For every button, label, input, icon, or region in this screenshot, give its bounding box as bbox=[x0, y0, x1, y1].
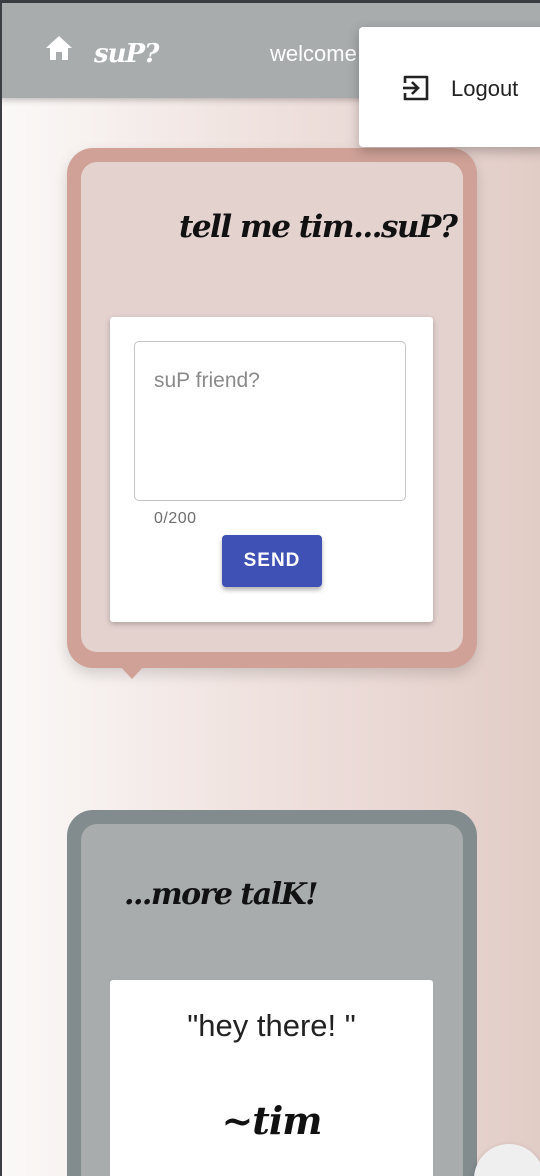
quote-panel: "hey there! " ~tim bbox=[110, 980, 433, 1176]
message-textarea[interactable]: suP friend? bbox=[134, 341, 406, 501]
home-icon[interactable] bbox=[44, 34, 74, 62]
textarea-placeholder: suP friend? bbox=[154, 369, 260, 392]
post-card-title: tell me tim...suP? bbox=[179, 209, 458, 245]
character-counter: 0/200 bbox=[154, 510, 197, 527]
welcome-text[interactable]: welcome bbox=[270, 41, 357, 67]
user-menu: Logout bbox=[359, 27, 540, 147]
message-form: suP friend? 0/200 SEND bbox=[110, 317, 433, 622]
quote-author: ~tim bbox=[221, 1098, 322, 1143]
quote-text: "hey there! " bbox=[187, 1008, 356, 1043]
window-frame-left bbox=[0, 0, 2, 1176]
logout-label: Logout bbox=[451, 76, 519, 101]
floating-action-button[interactable] bbox=[474, 1144, 540, 1176]
logout-menu-item[interactable]: Logout bbox=[359, 65, 540, 109]
speech-bubble-tail bbox=[119, 665, 145, 679]
logout-icon bbox=[401, 73, 431, 103]
send-button[interactable]: SEND bbox=[222, 535, 322, 587]
brand-logo[interactable]: suP? bbox=[94, 39, 159, 69]
talk-card-title: ...more talK! bbox=[124, 877, 318, 912]
